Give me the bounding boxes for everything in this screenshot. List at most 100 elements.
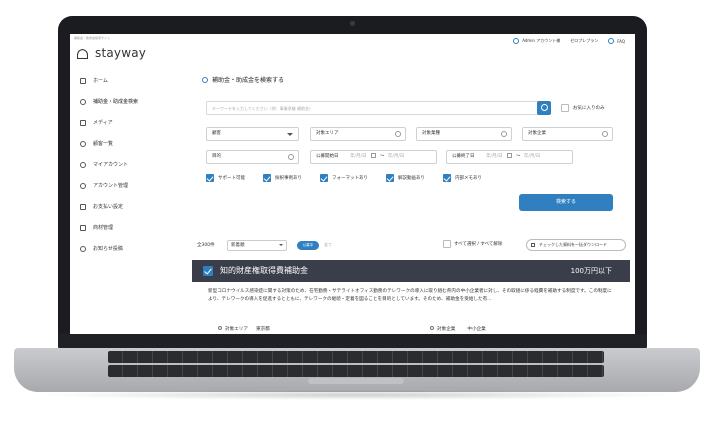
sidebar-item-account-manage[interactable]: アカウント管理 <box>70 175 166 196</box>
checkbox-label: 内部メモあり <box>455 176 482 181</box>
account-manage-icon <box>80 182 86 189</box>
bulk-download-button[interactable]: チェックした資料を一括ダウンロード <box>526 239 626 251</box>
company-value: 中小企業 <box>467 327 486 332</box>
result-description: 新型コロナウイルス感染症に関する対策のため、在宅勤務・サテライトオフィス勤務のテ… <box>208 289 612 302</box>
filter-video[interactable]: 解説動画あり <box>386 174 425 182</box>
calendar-icon <box>507 153 513 158</box>
purpose-select[interactable]: 目的 <box>206 150 299 164</box>
payment-icon <box>80 203 86 210</box>
search-icon <box>80 98 86 105</box>
keyboard-row <box>108 365 604 377</box>
target-industry-label: 対象業種 <box>422 131 440 136</box>
logo-icon <box>76 47 90 59</box>
favorites-only-checkbox[interactable]: お気に入りのみ <box>561 104 605 112</box>
checkbox-label: フォーマットあり <box>332 176 368 181</box>
results-toolbar: 全300件 新着順 公募中 全て すべて選択 / すべて解除 チェックした資料を… <box>197 239 627 253</box>
faq-link[interactable]: FAQ <box>608 38 625 44</box>
end-date-label: 公募終了日 <box>452 154 475 159</box>
plus-icon <box>501 131 507 137</box>
users-icon <box>80 140 86 147</box>
bulk-download-label: チェックした資料を一括ダウンロード <box>539 242 607 247</box>
plus-icon <box>602 131 608 137</box>
open-only-toggle[interactable]: 公募中 <box>297 241 319 250</box>
sidebar-item-label: ホーム <box>93 78 108 84</box>
target-area-label: 対象エリア <box>316 131 339 136</box>
app-screen: 補助金・助成金検索サイト stayway Admin アカウント様 ゼロプレプラ… <box>70 34 635 334</box>
result-title: 知的財産権取得費補助金 <box>220 266 308 275</box>
sidebar-item-payment[interactable]: お支払い設定 <box>70 196 166 217</box>
keyword-search-input[interactable]: キーワードを入力してください（例：事業承継 補助金） <box>206 101 541 115</box>
target-area-select[interactable]: 対象エリア <box>310 127 406 141</box>
filter-adoption-cases[interactable]: 採択事例あり <box>263 174 302 182</box>
checkbox-checked-icon <box>206 174 214 182</box>
checkbox-icon <box>443 240 451 248</box>
sidebar-item-my-account[interactable]: マイアカウント <box>70 154 166 175</box>
checkbox-checked-icon <box>263 174 271 182</box>
sort-select[interactable]: 新着順 <box>227 240 287 251</box>
filter-format[interactable]: フォーマットあり <box>320 174 368 182</box>
keyboard-row <box>108 351 604 363</box>
sidebar-item-label: 補助金・助成金検索 <box>93 99 139 105</box>
filter-checkboxes: サポート可能 採択事例あり フォーマットあり 解説動画あり 内部メモあり <box>206 174 482 182</box>
checkbox-label: 採択事例あり <box>275 176 302 181</box>
target-company-label: 対象企業 <box>528 131 546 136</box>
filter-supportable[interactable]: サポート可能 <box>206 174 245 182</box>
search-submit-button[interactable]: 検索する <box>519 194 613 211</box>
sidebar-item-label: お支払い設定 <box>93 204 124 210</box>
home-icon <box>80 77 86 84</box>
sidebar-item-notices[interactable]: お知らせ投稿 <box>70 238 166 259</box>
pin-icon <box>218 326 222 330</box>
select-all-label: すべて選択 / すべて解除 <box>454 242 503 247</box>
admin-label: Admin アカウント様 <box>522 38 561 43</box>
notice-icon <box>80 245 86 252</box>
checkbox-checked-icon <box>386 174 394 182</box>
result-amount: 100万円以下 <box>570 267 612 275</box>
end-date-to: 年/月/日 <box>523 154 541 159</box>
plan-link[interactable]: ゼロプレプラン <box>570 38 598 44</box>
customer-label: 顧客 <box>212 131 221 136</box>
sidebar-item-label: マイアカウント <box>93 162 129 168</box>
sidebar-item-home[interactable]: ホーム <box>70 70 166 91</box>
admin-account-link[interactable]: Admin アカウント様 <box>513 38 560 44</box>
target-industry-select[interactable]: 対象業種 <box>416 127 512 141</box>
sidebar-item-label: メディア <box>93 120 113 126</box>
result-card[interactable]: 知的財産権取得費補助金 100万円以下 新型コロナウイルス感染症に関する対策のた… <box>192 260 630 334</box>
target-area-meta: 対象エリア 東京都 <box>218 326 270 332</box>
keyword-search-button[interactable] <box>537 101 551 115</box>
sidebar-item-customers[interactable]: 顧客一覧 <box>70 133 166 154</box>
top-nav: Admin アカウント様 ゼロプレプラン FAQ <box>513 38 625 44</box>
sidebar-item-media[interactable]: メディア <box>70 112 166 133</box>
product-icon <box>80 224 86 231</box>
end-date-range[interactable]: 公募終了日 年/月/日 〜 年/月/日 <box>446 150 573 164</box>
end-date-from: 年/月/日 <box>485 154 503 159</box>
start-date-to: 年/月/日 <box>387 154 405 159</box>
checkbox-checked-icon <box>320 174 328 182</box>
all-toggle-label: 全て <box>324 242 332 247</box>
search-icon <box>202 76 208 83</box>
chevron-down-icon <box>287 133 293 136</box>
plus-icon <box>288 154 294 160</box>
sidebar: ホーム 補助金・助成金検索 メディア 顧客一覧 マイアカウント アカウント管理 … <box>70 70 166 259</box>
sidebar-item-products[interactable]: 商材管理 <box>70 217 166 238</box>
checkbox-label: サポート可能 <box>218 176 245 181</box>
camera <box>350 21 355 26</box>
help-icon <box>608 38 615 44</box>
checkbox-icon <box>561 104 569 112</box>
favorites-label: お気に入りのみ <box>573 106 605 111</box>
plan-label: ゼロプレプラン <box>570 38 599 43</box>
sidebar-item-search[interactable]: 補助金・助成金検索 <box>70 91 166 112</box>
checkbox-checked-icon[interactable] <box>203 266 213 276</box>
user-icon <box>513 38 520 44</box>
sidebar-item-label: 顧客一覧 <box>93 141 114 147</box>
target-company-select[interactable]: 対象企業 <box>522 127 613 141</box>
area-value: 東京都 <box>255 327 270 332</box>
brand-logo[interactable]: stayway <box>76 46 146 60</box>
chevron-down-icon <box>279 244 283 246</box>
company-label: 対象企業 <box>437 327 456 332</box>
purpose-label: 目的 <box>212 154 221 159</box>
select-all-checkbox[interactable]: すべて選択 / すべて解除 <box>443 240 502 248</box>
customer-select[interactable]: 顧客 <box>206 127 299 141</box>
start-date-range[interactable]: 公募開始日 年/月/日 〜 年/月/日 <box>310 150 437 164</box>
filter-internal-memo[interactable]: 内部メモあり <box>443 174 482 182</box>
search-title: 補助金・助成金を検索する <box>202 75 284 84</box>
